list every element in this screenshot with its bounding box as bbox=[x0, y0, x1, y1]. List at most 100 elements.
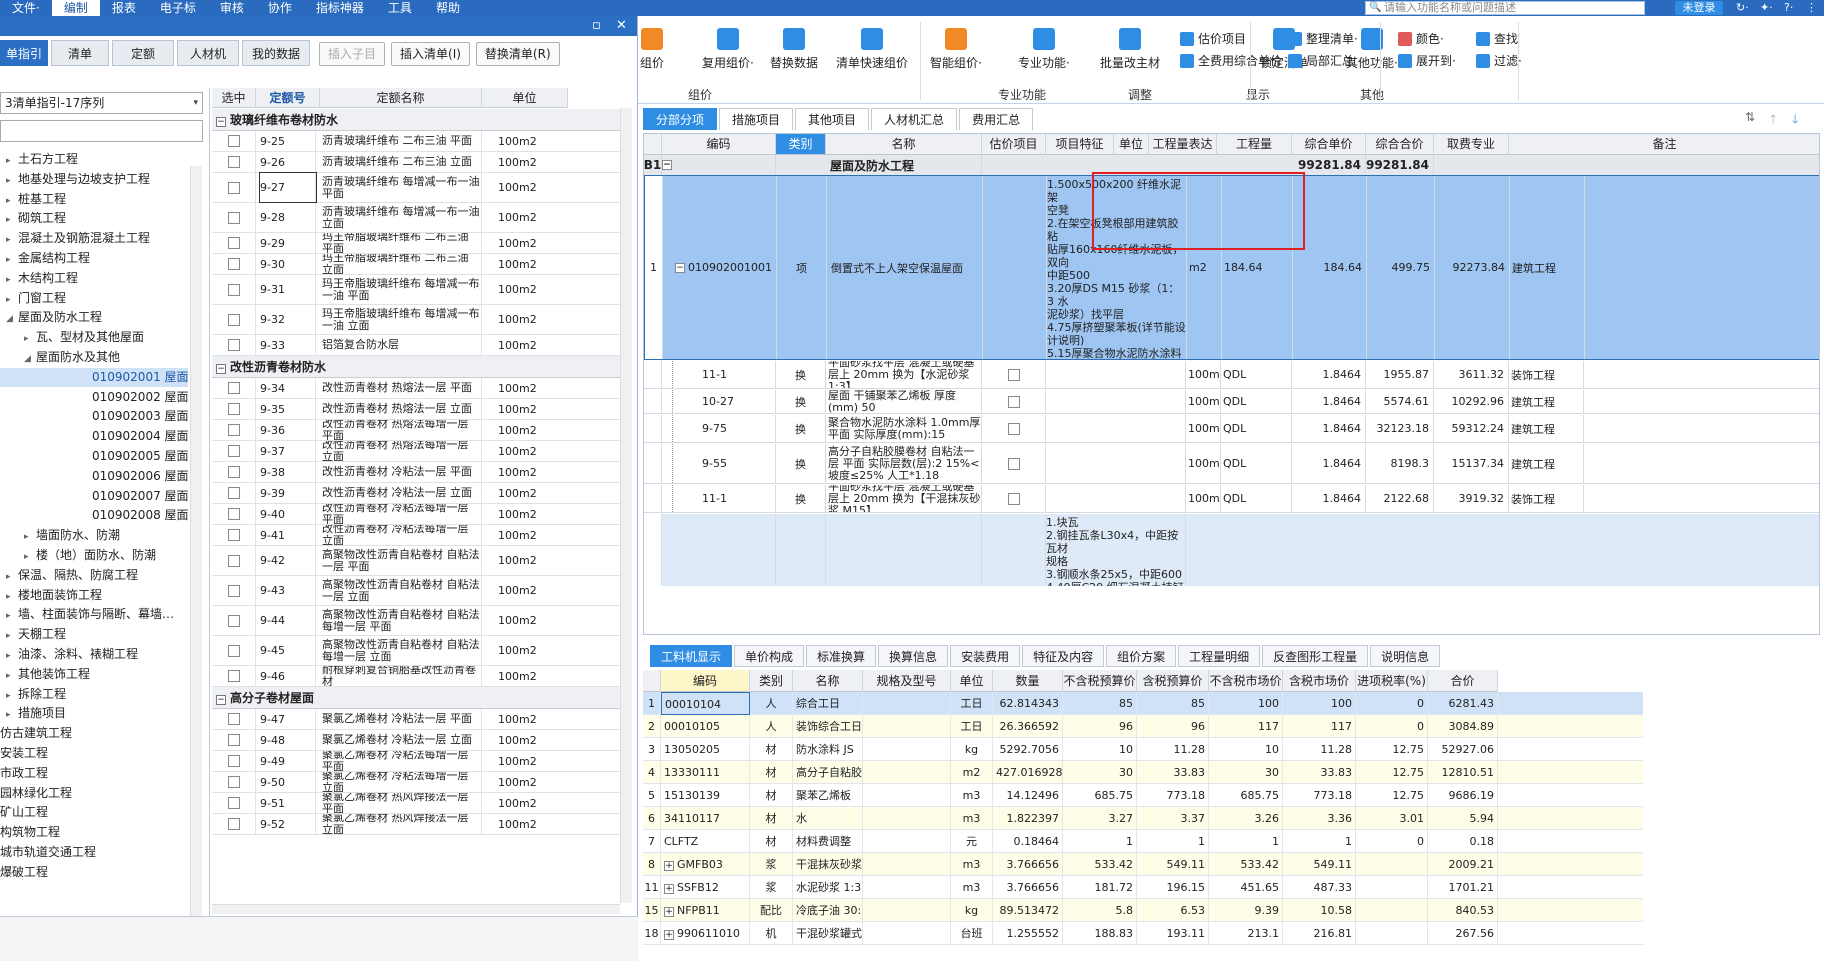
select-checkbox[interactable] bbox=[227, 156, 240, 168]
lower-tab-8[interactable]: 反查图形工程量 bbox=[1262, 645, 1369, 667]
select-checkbox[interactable] bbox=[227, 181, 240, 194]
grid-header-2[interactable]: 定额名称 bbox=[320, 88, 482, 108]
menu-item-5[interactable]: 协作 bbox=[256, 0, 304, 16]
grid-row[interactable]: 9-47 聚氯乙烯卷材 冷粘法一层 平面 100m2 bbox=[212, 709, 630, 730]
move-up-icon[interactable]: 🡑 bbox=[1770, 110, 1776, 131]
login-button[interactable]: 未登录 bbox=[1675, 1, 1723, 15]
lightbulb-icon[interactable]: ✦· bbox=[1760, 1, 1773, 15]
grid-row[interactable]: 9-27 沥青玻璃纤维布 每增减一布一油 平面 100m2 bbox=[212, 172, 630, 203]
tree-node[interactable]: ◢ 屋面防水及其他 bbox=[0, 348, 188, 367]
expand-arrow-icon[interactable]: ▸ bbox=[6, 667, 18, 684]
menu-item-8[interactable]: 帮助 bbox=[424, 0, 472, 16]
lower-tab-4[interactable]: 安装费用 bbox=[950, 645, 1021, 667]
select-checkbox[interactable] bbox=[227, 584, 240, 597]
grid-row[interactable]: 9-29 玛王帝脂玻璃纤维布 二布三油 平面 100m2 bbox=[212, 233, 630, 254]
expand-arrow-icon[interactable]: ▸ bbox=[6, 192, 18, 209]
expand-arrow-icon[interactable]: ▸ bbox=[6, 172, 18, 189]
right-tab-2[interactable]: 其他项目 bbox=[795, 108, 870, 130]
select-checkbox[interactable] bbox=[227, 614, 240, 627]
ribbon-small-button-1[interactable]: 全费用综合单价 bbox=[1180, 52, 1282, 69]
select-checkbox[interactable] bbox=[227, 258, 240, 270]
estimate-checkbox[interactable] bbox=[1007, 368, 1020, 381]
tree-node[interactable]: 010902004 屋面排… bbox=[0, 427, 188, 446]
move-down-icon[interactable]: 🡓 bbox=[1792, 110, 1798, 131]
restore-icon[interactable]: ▫ bbox=[592, 16, 601, 36]
ribbon-small-button-0[interactable]: 估价项目 bbox=[1180, 30, 1246, 47]
tree-node[interactable]: 矿山工程 bbox=[0, 803, 188, 822]
ribbon-small-button-6[interactable]: 查找 bbox=[1476, 30, 1518, 47]
tree-node[interactable]: ▸ 楼地面装饰工程 bbox=[0, 586, 188, 605]
tree-node[interactable]: 园林绿化工程 bbox=[0, 784, 188, 803]
grid-row[interactable]: 9-52 聚氯乙烯卷材 热风焊接法一层 立面 100m2 bbox=[212, 814, 630, 835]
tree-node[interactable]: ▸ 瓦、型材及其他屋面 bbox=[0, 328, 188, 347]
left-button-2[interactable]: 替换清单(R) bbox=[475, 42, 560, 66]
tree-node[interactable]: 市政工程 bbox=[0, 764, 188, 783]
lower-tab-6[interactable]: 组价方案 bbox=[1106, 645, 1177, 667]
select-checkbox[interactable] bbox=[227, 554, 240, 567]
grid-row[interactable]: 9-34 改性沥青卷材 热熔法一层 平面 100m2 bbox=[212, 378, 630, 399]
expand-arrow-icon[interactable]: ▸ bbox=[6, 251, 18, 268]
upper-header-5[interactable]: 单位 bbox=[1114, 134, 1149, 155]
collapse-icon[interactable]: − bbox=[675, 262, 685, 273]
select-checkbox[interactable] bbox=[227, 818, 240, 830]
lower-tab-3[interactable]: 换算信息 bbox=[878, 645, 949, 667]
grid-row[interactable]: 9-48 聚氯乙烯卷材 冷粘法一层 立面 100m2 bbox=[212, 730, 630, 751]
sort-icon[interactable]: ⇅ bbox=[1745, 110, 1755, 124]
select-checkbox[interactable] bbox=[227, 313, 240, 326]
expand-arrow-icon[interactable]: ▸ bbox=[24, 528, 36, 545]
sub-item-row[interactable]: 10-27换屋面 干铺聚苯乙烯板 厚度(mm) 50 100m2QDL1.8464… bbox=[644, 390, 1819, 414]
select-checkbox[interactable] bbox=[227, 776, 240, 788]
select-checkbox[interactable] bbox=[227, 211, 240, 224]
select-checkbox[interactable] bbox=[227, 713, 240, 725]
select-checkbox[interactable] bbox=[227, 135, 240, 147]
tree-node[interactable]: ▸ 拆除工程 bbox=[0, 685, 188, 704]
lower-tab-7[interactable]: 工程量明细 bbox=[1178, 645, 1261, 667]
grid-row[interactable]: 9-42 高聚物改性沥青自粘卷材 自粘法一层 平面 100m2 bbox=[212, 546, 630, 576]
lower-tab-0[interactable]: 工料机显示 bbox=[650, 645, 733, 667]
lower-header-9[interactable]: 含税市场价 bbox=[1283, 670, 1356, 692]
expand-arrow-icon[interactable]: ▸ bbox=[6, 568, 18, 585]
select-checkbox[interactable] bbox=[227, 797, 240, 809]
select-checkbox[interactable] bbox=[227, 670, 240, 682]
tree-node[interactable]: 010902002 屋面涂… bbox=[0, 388, 188, 407]
collapse-icon[interactable]: − bbox=[216, 364, 226, 374]
grid-row[interactable]: 9-50 聚氯乙烯卷材 冷粘法每增一层 立面 100m2 bbox=[212, 772, 630, 793]
grid-row[interactable]: 9-51 聚氯乙烯卷材 热风焊接法一层 平面 100m2 bbox=[212, 793, 630, 814]
left-tab-3[interactable]: 人材机 bbox=[177, 40, 239, 66]
grid-row[interactable]: 9-49 聚氯乙烯卷材 冷粘法每增一层 平面 100m2 bbox=[212, 751, 630, 772]
tree-node[interactable]: ▸ 桩基工程 bbox=[0, 190, 188, 209]
expand-arrow-icon[interactable]: ▸ bbox=[6, 627, 18, 644]
expand-arrow-icon[interactable]: ▸ bbox=[6, 706, 18, 723]
tree-node[interactable]: 仿古建筑工程 bbox=[0, 724, 188, 743]
grid-row[interactable]: 9-45 高聚物改性沥青自粘卷材 自粘法每增一层 立面 100m2 bbox=[212, 636, 630, 666]
upper-header-8[interactable]: 综合单价 bbox=[1292, 134, 1366, 155]
left-tab-1[interactable]: 清单 bbox=[51, 40, 109, 66]
lower-header-5[interactable]: 数量 bbox=[993, 670, 1063, 692]
ribbon-button-0[interactable]: 组价 bbox=[640, 28, 664, 71]
tree-node[interactable]: 010902005 屋面排… bbox=[0, 447, 188, 466]
tree-node[interactable]: 城市轨道交通工程 bbox=[0, 843, 188, 862]
left-tab-0[interactable]: 单指引 bbox=[0, 40, 48, 66]
sub-item-row[interactable]: 11-1 换平面砂浆找平层 混凝土或硬基层上 20mm 换为【干混抹灰砂浆 M15… bbox=[644, 485, 1819, 513]
collapse-icon[interactable]: − bbox=[216, 695, 226, 705]
tree-node[interactable]: 构筑物工程 bbox=[0, 823, 188, 842]
estimate-checkbox[interactable] bbox=[1007, 457, 1020, 470]
tree-node[interactable]: ▸ 措施项目 bbox=[0, 704, 188, 723]
expand-arrow-icon[interactable]: ▸ bbox=[6, 152, 18, 169]
lower-tab-5[interactable]: 特征及内容 bbox=[1022, 645, 1105, 667]
collapse-icon[interactable]: − bbox=[662, 160, 672, 170]
ribbon-button-6[interactable]: 批量改主材 bbox=[1100, 28, 1160, 71]
ribbon-small-button-5[interactable]: 展开到· bbox=[1398, 52, 1456, 69]
select-checkbox[interactable] bbox=[227, 424, 240, 436]
resource-row[interactable]: 5 15130139 材 聚苯乙烯板 m3 14.12496 685.75 773.18 685… bbox=[643, 784, 1643, 807]
close-icon[interactable]: ✕ bbox=[616, 16, 627, 36]
tree-node[interactable]: ▸ 金属结构工程 bbox=[0, 249, 188, 268]
select-checkbox[interactable] bbox=[227, 403, 240, 415]
tree-node[interactable]: ▸ 墙、柱面装饰与隔断、幕墙… bbox=[0, 605, 188, 624]
select-checkbox[interactable] bbox=[227, 508, 240, 520]
ribbon-small-button-7[interactable]: 过滤· bbox=[1476, 52, 1522, 69]
lower-tab-2[interactable]: 标准换算 bbox=[806, 645, 877, 667]
tree-node[interactable]: 010902008 屋面变… bbox=[0, 506, 188, 525]
tree-node[interactable]: ▸ 天棚工程 bbox=[0, 625, 188, 644]
upper-header-11[interactable]: 备注 bbox=[1509, 134, 1819, 155]
